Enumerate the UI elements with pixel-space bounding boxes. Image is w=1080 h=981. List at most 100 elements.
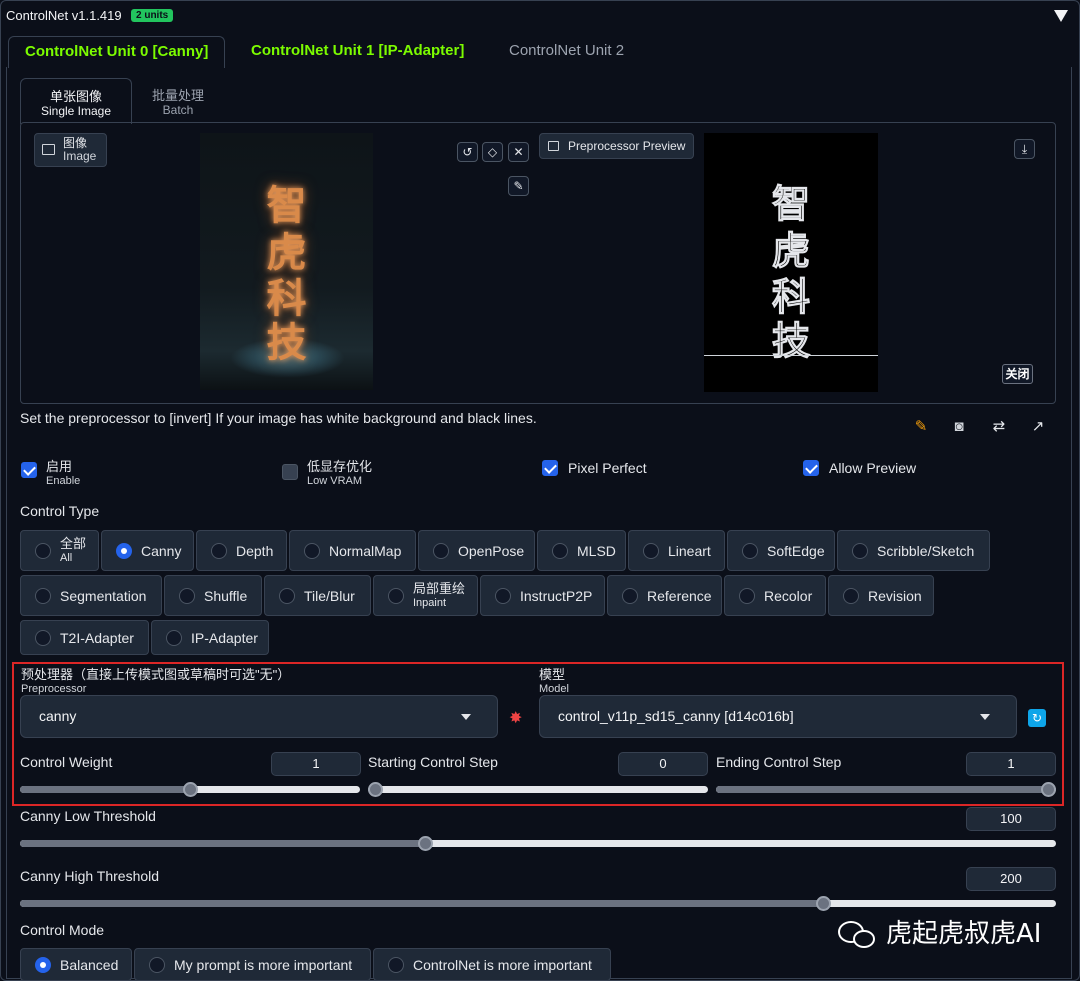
canny-low-slider[interactable] <box>20 840 1056 847</box>
control-mode-prompt[interactable]: My prompt is more important <box>134 948 371 981</box>
control-type-scribble-label: Scribble/Sketch <box>877 543 975 559</box>
rotate-icon[interactable]: ↺ <box>457 142 478 162</box>
model-value: control_v11p_sd15_canny [d14c016b] <box>558 708 794 724</box>
control-type-tile-blur[interactable]: Tile/Blur <box>264 575 371 616</box>
tab-single-image-zh: 单张图像 <box>49 89 102 104</box>
control-type-tile-blur-label: Tile/Blur <box>304 588 355 604</box>
preprocessor-label-en: Preprocessor <box>21 683 87 695</box>
brush-icon[interactable]: ✎ <box>508 176 529 196</box>
allow-preview-checkbox[interactable] <box>803 460 819 476</box>
refresh-models-icon[interactable]: ↻ <box>1028 709 1046 727</box>
preprocessor-label: 预处理器（直接上传模式图或草稿时可选"无"） Preprocessor <box>21 668 290 696</box>
collapse-triangle-icon[interactable] <box>1054 10 1068 22</box>
control-type-recolor[interactable]: Recolor <box>724 575 826 616</box>
starting-step-slider[interactable] <box>368 786 708 793</box>
starting-step-thumb[interactable] <box>368 782 383 797</box>
ending-step-input[interactable]: 1 <box>966 752 1056 776</box>
control-type-scribble[interactable]: Scribble/Sketch <box>837 530 990 571</box>
radio-dot <box>279 588 295 604</box>
model-label: 模型 Model <box>539 668 569 696</box>
clear-icon[interactable]: ✕ <box>508 142 529 162</box>
control-type-shuffle[interactable]: Shuffle <box>164 575 262 616</box>
canny-high-input[interactable]: 200 <box>966 867 1056 891</box>
control-weight-thumb[interactable] <box>182 782 198 797</box>
eraser-icon[interactable]: ◇ <box>482 142 503 162</box>
ending-step-thumb[interactable] <box>1041 782 1056 797</box>
swap-icon[interactable]: ⇄ <box>990 418 1008 436</box>
slider-fill <box>716 786 1056 793</box>
radio-dot <box>304 543 320 559</box>
radio-dot <box>742 543 758 559</box>
preprocessor-dropdown[interactable]: canny <box>20 695 498 738</box>
control-type-instructp2p-label: InstructP2P <box>520 588 593 604</box>
control-mode-controlnet[interactable]: ControlNet is more important <box>373 948 611 981</box>
run-preprocessor-icon[interactable]: ✸ <box>509 708 522 728</box>
control-type-all-en: All <box>60 552 73 564</box>
radio-dot-selected <box>116 543 132 559</box>
close-preview-button[interactable]: 关闭 <box>1002 364 1033 384</box>
ending-step-slider[interactable] <box>716 786 1056 793</box>
enable-checkbox[interactable] <box>21 462 37 478</box>
canny-high-slider[interactable] <box>20 900 1056 907</box>
low-vram-checkbox[interactable] <box>282 464 298 480</box>
control-type-all-zh: 全部 <box>60 536 87 551</box>
control-type-inpaint-label: 局部重绘 Inpaint <box>413 582 465 610</box>
control-type-softedge[interactable]: SoftEdge <box>727 530 835 571</box>
preprocessor-preview-image: 智 虎 科 技 <box>704 133 878 392</box>
control-type-canny[interactable]: Canny <box>101 530 194 571</box>
allow-preview-label: Allow Preview <box>829 460 917 476</box>
tab-single-image-en: Single Image <box>40 104 112 118</box>
radio-dot <box>552 543 568 559</box>
send-dimensions-icon[interactable]: ↗ <box>1029 418 1047 436</box>
image-label-en: Image <box>63 149 97 163</box>
control-type-openpose[interactable]: OpenPose <box>418 530 535 571</box>
control-mode-prompt-label: My prompt is more important <box>174 957 353 973</box>
tab-batch[interactable]: 批量处理 Batch <box>122 78 234 124</box>
control-type-instructp2p[interactable]: InstructP2P <box>480 575 605 616</box>
radio-dot <box>643 543 659 559</box>
control-type-depth[interactable]: Depth <box>196 530 287 571</box>
control-type-all[interactable]: 全部 All <box>20 530 99 571</box>
tab-single-image[interactable]: 单张图像 Single Image <box>20 78 132 124</box>
control-mode-balanced[interactable]: Balanced <box>20 948 132 981</box>
control-type-segmentation[interactable]: Segmentation <box>20 575 162 616</box>
control-type-inpaint-en: Inpaint <box>413 597 447 609</box>
tab-unit-0[interactable]: ControlNet Unit 0 [Canny] <box>8 36 226 68</box>
control-type-reference[interactable]: Reference <box>607 575 722 616</box>
model-label-zh: 模型 <box>539 667 566 682</box>
canny-high-label: Canny High Threshold <box>20 868 160 884</box>
download-icon[interactable]: ⤓ <box>1014 139 1035 159</box>
control-type-mlsd[interactable]: MLSD <box>537 530 626 571</box>
canny-low-label: Canny Low Threshold <box>20 808 156 824</box>
tab-unit-2[interactable]: ControlNet Unit 2 <box>493 36 640 68</box>
edit-note-icon[interactable]: ✎ <box>912 418 930 436</box>
control-weight-label: Control Weight <box>20 754 113 770</box>
control-type-t2i-adapter[interactable]: T2I-Adapter <box>20 620 149 655</box>
radio-dot <box>433 543 449 559</box>
control-type-inpaint[interactable]: 局部重绘 Inpaint <box>373 575 478 616</box>
radio-dot <box>166 630 182 646</box>
control-type-revision[interactable]: Revision <box>828 575 934 616</box>
pixel-perfect-checkbox[interactable] <box>542 460 558 476</box>
control-type-inpaint-zh: 局部重绘 <box>413 581 466 596</box>
tab-unit-1[interactable]: ControlNet Unit 1 [IP-Adapter] <box>235 36 480 68</box>
enable-label-en: Enable <box>46 475 81 487</box>
preprocessor-value: canny <box>39 708 77 724</box>
canny-low-input[interactable]: 100 <box>966 807 1056 831</box>
preprocessor-hint: Set the preprocessor to [invert] If your… <box>20 410 537 426</box>
starting-step-label: Starting Control Step <box>368 754 498 770</box>
preview-image-icon <box>548 141 559 151</box>
control-type-normalmap[interactable]: NormalMap <box>289 530 416 571</box>
control-mode-controlnet-label: ControlNet is more important <box>413 957 592 973</box>
control-type-recolor-label: Recolor <box>764 588 813 604</box>
control-weight-input[interactable]: 1 <box>271 752 361 776</box>
control-type-normalmap-label: NormalMap <box>329 543 402 559</box>
control-type-lineart[interactable]: Lineart <box>628 530 725 571</box>
camera-icon[interactable]: ◙ <box>950 418 968 436</box>
radio-dot <box>622 588 638 604</box>
starting-step-input[interactable]: 0 <box>618 752 708 776</box>
control-type-ip-adapter[interactable]: IP-Adapter <box>151 620 269 655</box>
enable-label: 启用 Enable <box>46 460 80 488</box>
source-image[interactable]: 智 虎 科 技 <box>200 133 373 390</box>
model-dropdown[interactable]: control_v11p_sd15_canny [d14c016b] <box>539 695 1017 738</box>
